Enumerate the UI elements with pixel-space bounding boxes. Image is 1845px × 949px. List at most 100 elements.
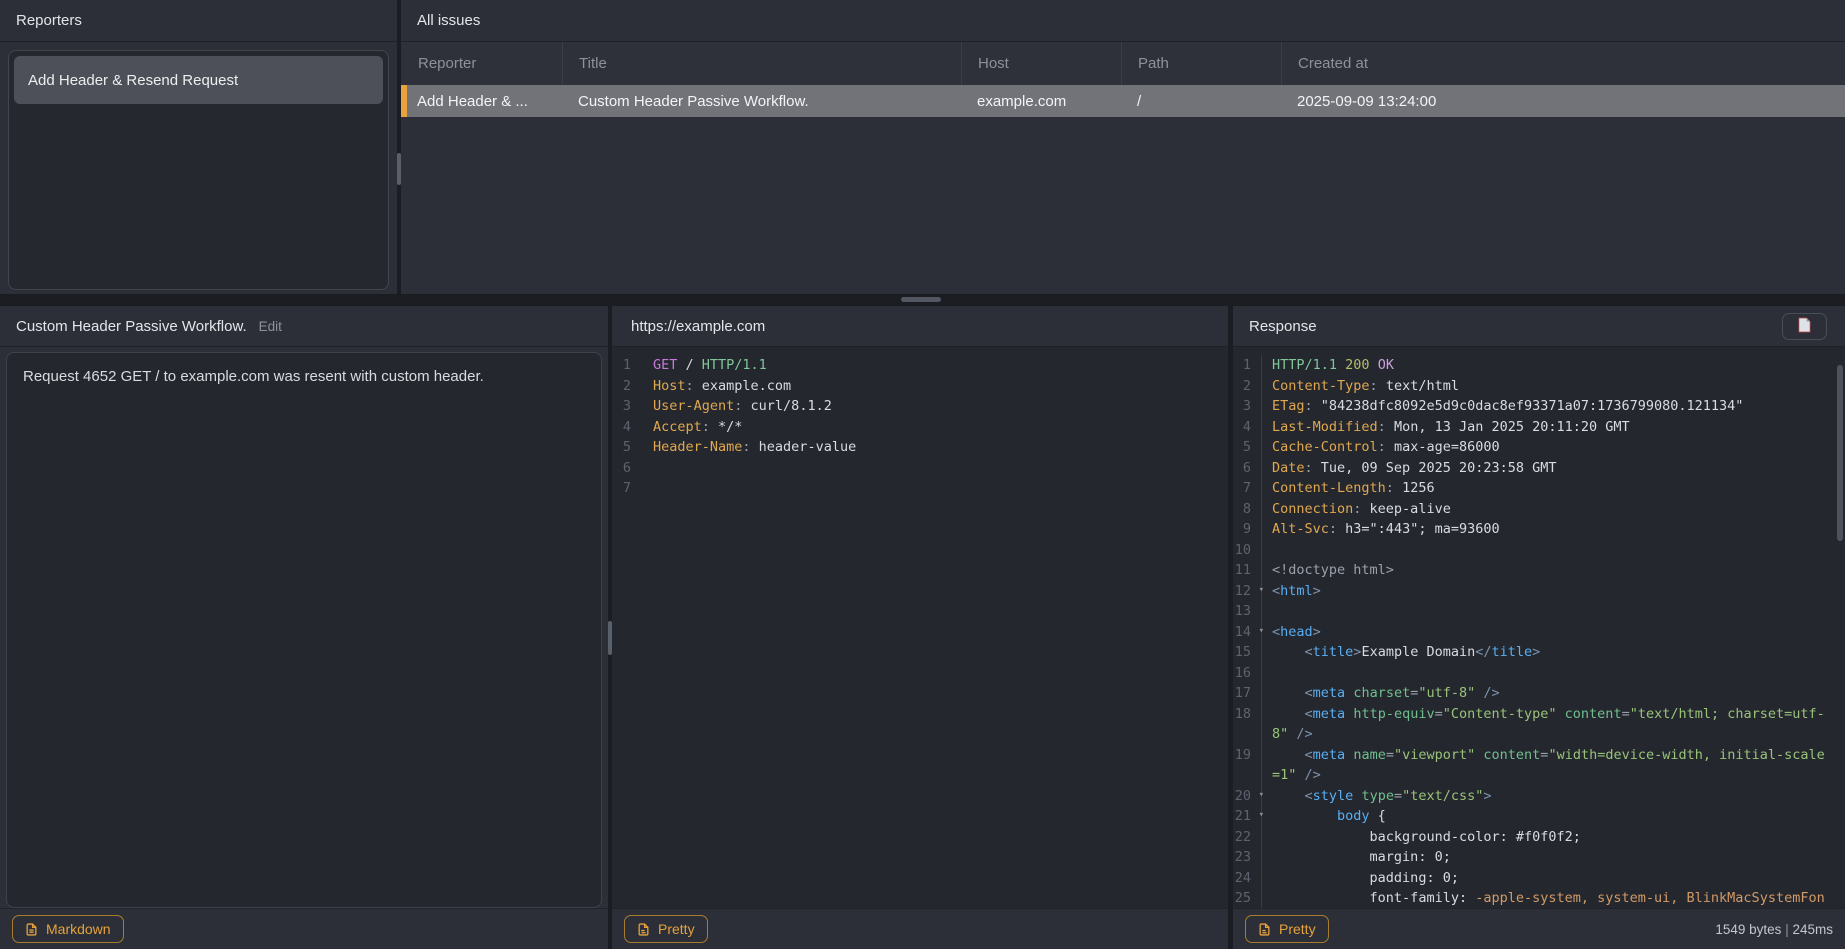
reporter-item-label: Add Header & Resend Request [28,72,238,89]
issue-cell-host: example.com [961,85,1121,117]
code-line-number: 7 [612,478,641,499]
fold-chevron-icon[interactable]: ▾ [1259,791,1264,800]
code-line: 1GET / HTTP/1.1 [612,355,1228,376]
code-line-number: 12▾ [1233,581,1262,602]
markdown-button-label: Markdown [46,921,111,937]
code-line: 2Content-Type: text/html [1233,376,1845,397]
code-line: 16 [1233,663,1845,684]
code-line-number: 11 [1233,560,1262,581]
column-header-title[interactable]: Title [562,42,961,85]
code-line-number: 10 [1233,540,1262,561]
response-scrollbar-thumb[interactable] [1837,365,1843,541]
code-line-number: 5 [612,437,641,458]
code-line: 6 [612,458,1228,479]
code-line: 23 margin: 0; [1233,847,1845,868]
fold-chevron-icon[interactable]: ▾ [1259,627,1264,636]
column-header-reporter[interactable]: Reporter [401,42,562,85]
code-line: 19 <meta name="viewport" content="width=… [1233,745,1845,786]
response-editor[interactable]: 1HTTP/1.1 200 OK2Content-Type: text/html… [1233,347,1845,908]
selected-row-accent-bar [401,85,407,117]
code-text: <head> [1262,622,1845,643]
code-line: 1HTTP/1.1 200 OK [1233,355,1845,376]
code-line-number: 2 [612,376,641,397]
reporters-list: Add Header & Resend Request [8,50,389,290]
code-line: 12▾<html> [1233,581,1845,602]
code-line-number: 5 [1233,437,1262,458]
code-line-number: 6 [612,458,641,479]
request-url: https://example.com [631,318,765,335]
code-line-number: 14▾ [1233,622,1262,643]
code-line: 10 [1233,540,1845,561]
code-text: padding: 0; [1262,868,1845,889]
column-header-created-at[interactable]: Created at [1281,42,1845,85]
code-line-number: 8 [1233,499,1262,520]
code-text: Last-Modified: Mon, 13 Jan 2025 20:11:20… [1262,417,1845,438]
copy-response-button[interactable] [1782,313,1827,340]
code-line: 9Alt-Svc: h3=":443"; ma=93600 [1233,519,1845,540]
report-body-card: Request 4652 GET / to example.com was re… [6,352,602,908]
code-text: ETag: "84238dfc8092e5d9c0dac8ef93371a07:… [1262,396,1845,417]
response-pretty-button[interactable]: Pretty [1245,915,1329,943]
response-footer: Pretty 1549 bytes | 245ms [1233,908,1845,949]
code-text: Date: Tue, 09 Sep 2025 20:23:58 GMT [1262,458,1845,479]
column-header-path[interactable]: Path [1121,42,1281,85]
issue-cell-created-at: 2025-09-09 13:24:00 [1281,85,1845,117]
column-header-host[interactable]: Host [961,42,1121,85]
code-text: Header-Name: header-value [641,437,1228,458]
code-text [1262,663,1845,684]
pretty-file-icon [637,922,650,937]
code-line-number: 4 [612,417,641,438]
code-text [641,458,1228,479]
reporter-item[interactable]: Add Header & Resend Request [14,56,383,104]
sections-resize-handle[interactable] [901,297,941,302]
code-text: <meta http-equiv="Content-type" content=… [1262,704,1845,745]
reporters-title: Reporters [16,12,82,29]
code-line: 3User-Agent: curl/8.1.2 [612,396,1228,417]
code-text: HTTP/1.1 200 OK [1262,355,1845,376]
code-text [1262,540,1845,561]
response-stats: 1549 bytes | 245ms [1715,922,1833,937]
top-panels-resize-handle[interactable] [397,153,401,185]
code-text [641,478,1228,499]
code-line-number: 21▾ [1233,806,1262,827]
code-text: margin: 0; [1262,847,1845,868]
code-line: 17 <meta charset="utf-8" /> [1233,683,1845,704]
issue-cell-reporter: Add Header & ... [401,85,562,117]
issue-row[interactable]: Add Header & ... Custom Header Passive W… [401,85,1845,117]
fold-chevron-icon[interactable]: ▾ [1259,586,1264,595]
edit-link[interactable]: Edit [259,319,282,334]
code-line: 5Cache-Control: max-age=86000 [1233,437,1845,458]
markdown-file-icon [25,922,38,937]
code-line: 14▾<head> [1233,622,1845,643]
bottom-panels-resize-handle[interactable] [608,621,612,655]
response-panel: Response 1HTTP/1.1 200 OK2Content-Type: … [1233,306,1845,949]
code-line: 18 <meta http-equiv="Content-type" conte… [1233,704,1845,745]
response-titlebar: Response [1233,306,1845,347]
request-pretty-button[interactable]: Pretty [624,915,708,943]
code-text: <style type="text/css"> [1262,786,1845,807]
request-panel: https://example.com 1GET / HTTP/1.12Host… [612,306,1228,949]
code-text: font-family: -apple-system, system-ui, B… [1262,888,1845,908]
code-text: <meta name="viewport" content="width=dev… [1262,745,1845,786]
response-pretty-label: Pretty [1279,921,1316,937]
code-line: 21▾ body { [1233,806,1845,827]
code-line: 5Header-Name: header-value [612,437,1228,458]
code-line-number: 20▾ [1233,786,1262,807]
reporters-panel: Reporters Add Header & Resend Request [0,0,397,294]
code-line-number: 16 [1233,663,1262,684]
code-line: 15 <title>Example Domain</title> [1233,642,1845,663]
markdown-toggle-button[interactable]: Markdown [12,915,124,943]
code-line-number: 15 [1233,642,1262,663]
code-line: 3ETag: "84238dfc8092e5d9c0dac8ef93371a07… [1233,396,1845,417]
issues-title: All issues [417,12,480,29]
code-text: Alt-Svc: h3=":443"; ma=93600 [1262,519,1845,540]
fold-chevron-icon[interactable]: ▾ [1259,811,1264,820]
request-editor[interactable]: 1GET / HTTP/1.12Host: example.com3User-A… [612,347,1228,908]
code-text: <html> [1262,581,1845,602]
code-line-number: 6 [1233,458,1262,479]
code-text: Connection: keep-alive [1262,499,1845,520]
code-line-number: 9 [1233,519,1262,540]
response-time: 245ms [1792,922,1833,937]
report-body-text: Request 4652 GET / to example.com was re… [23,366,585,388]
code-line-number: 1 [1233,355,1262,376]
